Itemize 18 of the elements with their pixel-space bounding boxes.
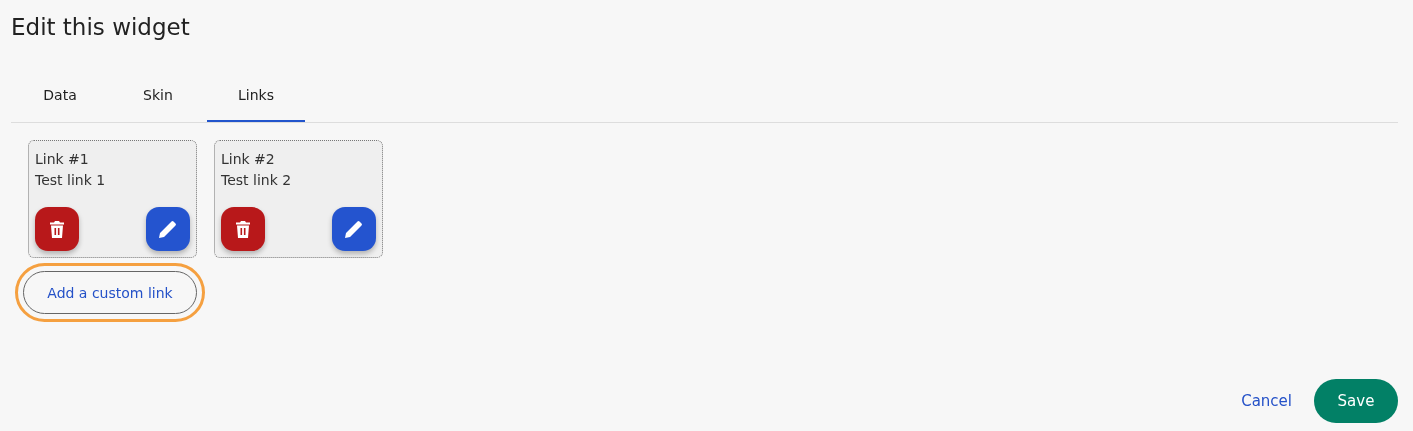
delete-button[interactable] xyxy=(35,207,79,251)
edit-button[interactable] xyxy=(146,207,190,251)
cancel-button[interactable]: Cancel xyxy=(1241,392,1292,410)
pencil-icon xyxy=(345,220,363,238)
page-title: Edit this widget xyxy=(11,14,190,40)
link-name: Link #1 xyxy=(35,150,89,169)
pencil-icon xyxy=(159,220,177,238)
save-button[interactable]: Save xyxy=(1314,379,1398,423)
trash-icon xyxy=(50,220,64,238)
link-name: Link #2 xyxy=(221,150,275,169)
tab[interactable]: Data xyxy=(11,70,109,122)
delete-button[interactable] xyxy=(221,207,265,251)
trash-icon xyxy=(236,220,250,238)
link-description: Test link 1 xyxy=(35,171,106,190)
link-description: Test link 2 xyxy=(221,171,292,190)
edit-button[interactable] xyxy=(332,207,376,251)
tab[interactable]: Links xyxy=(207,70,305,122)
tab[interactable]: Skin xyxy=(109,70,207,122)
